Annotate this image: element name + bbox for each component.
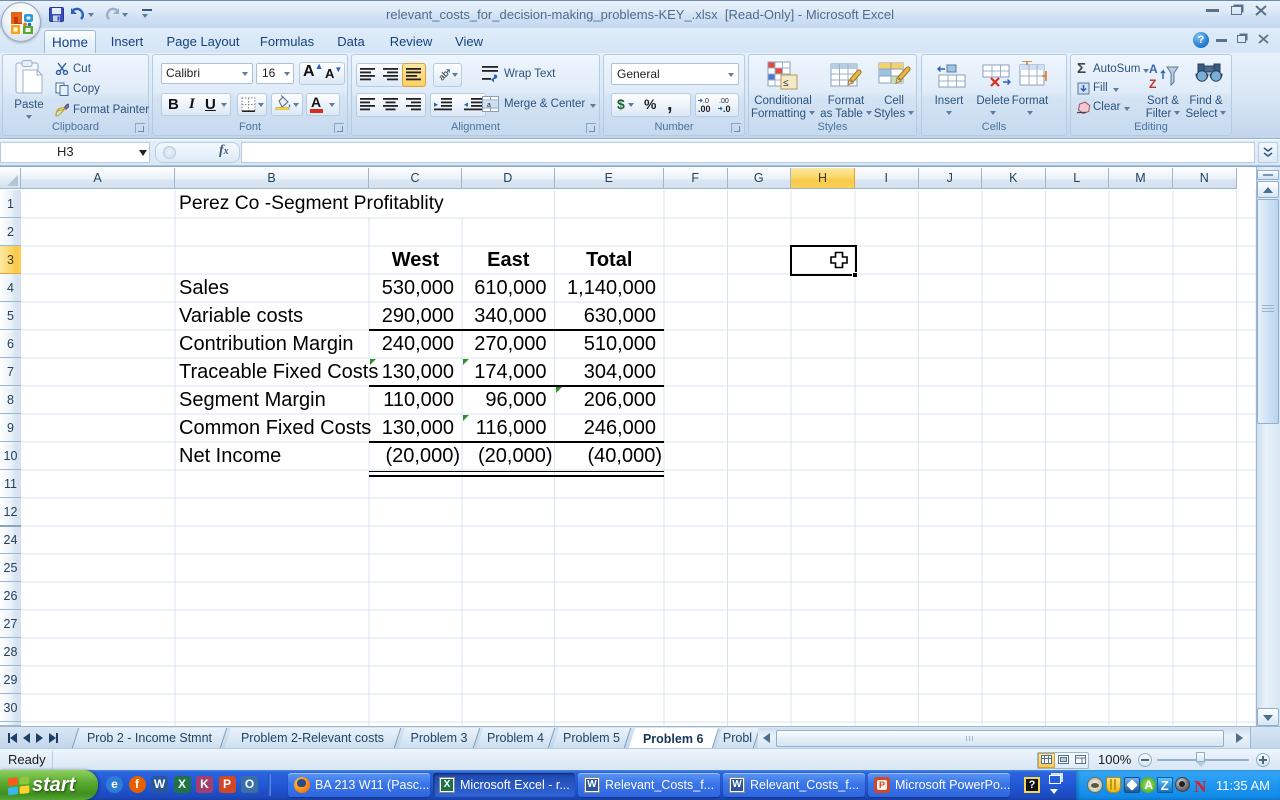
svg-text:.0: .0 [723,104,731,114]
svg-text:.0: .0 [703,98,709,105]
svg-text:Z: Z [1149,77,1156,91]
svg-text:a: a [487,102,491,109]
svg-text:≤: ≤ [783,78,789,89]
svg-text:A: A [1149,62,1158,76]
svg-text:.00: .00 [698,104,711,114]
